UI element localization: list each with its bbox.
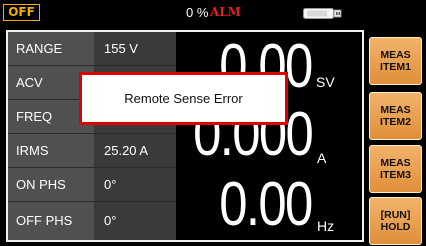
param-label: RANGE: [8, 32, 94, 65]
param-label: OFF PHS: [8, 202, 94, 240]
softkey-line1: [RUN]: [380, 209, 411, 221]
softkey-line1: MEAS: [380, 104, 411, 116]
meas-item3-softkey[interactable]: MEAS ITEM3: [369, 145, 422, 193]
run-hold-softkey[interactable]: [RUN] HOLD: [369, 197, 422, 245]
parameter-table: RANGE 155 V ACV FREQ 45.00 Hz IRMS 25.20…: [8, 32, 176, 240]
voltage-unit: SV: [316, 74, 335, 90]
main-display-panel: RANGE 155 V ACV FREQ 45.00 Hz IRMS 25.20…: [6, 30, 364, 242]
softkey-line2: ITEM1: [380, 61, 411, 73]
softkey-line1: MEAS: [380, 49, 411, 61]
meas-item2-softkey[interactable]: MEAS ITEM2: [369, 92, 422, 140]
param-value: 0°: [94, 168, 176, 201]
softkey-line1: MEAS: [380, 157, 411, 169]
alarm-indicator: ALM: [210, 5, 242, 19]
param-value: 25.20 A: [94, 134, 176, 167]
error-popup: Remote Sense Error: [79, 72, 288, 125]
param-row-on-phase[interactable]: ON PHS 0°: [8, 168, 176, 202]
usb-drive-icon: [303, 8, 342, 19]
param-value: 0°: [94, 202, 176, 240]
param-value: 155 V: [94, 32, 176, 65]
softkey-line2: HOLD: [380, 221, 411, 233]
error-message: Remote Sense Error: [124, 91, 243, 106]
param-label: IRMS: [8, 134, 94, 167]
softkey-line2: ITEM2: [380, 116, 411, 128]
param-row-off-phase[interactable]: OFF PHS 0°: [8, 202, 176, 240]
output-state-badge: OFF: [3, 4, 40, 21]
frequency-unit: Hz: [317, 218, 335, 234]
meas-item1-softkey[interactable]: MEAS ITEM1: [369, 37, 422, 85]
frequency-readout: 0.00: [219, 170, 314, 239]
param-row-range[interactable]: RANGE 155 V: [8, 32, 176, 66]
param-row-irms[interactable]: IRMS 25.20 A: [8, 134, 176, 168]
current-unit: A: [317, 150, 327, 166]
percent-readout: 0 %: [186, 5, 209, 20]
param-label: ON PHS: [8, 168, 94, 201]
status-bar: OFF 0 % ALM: [0, 0, 426, 26]
softkey-line2: ITEM3: [380, 169, 411, 181]
